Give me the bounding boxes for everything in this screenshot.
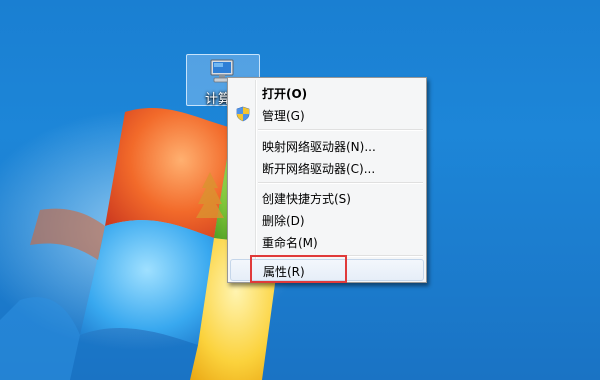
menu-item-open[interactable]: 打开(O) bbox=[230, 81, 424, 103]
menu-item-label: 打开(O) bbox=[262, 87, 308, 101]
annotation-highlight-box bbox=[250, 255, 347, 283]
menu-item-label: 管理(G) bbox=[262, 109, 305, 123]
menu-item-label: 创建快捷方式(S) bbox=[262, 192, 351, 206]
menu-item-rename[interactable]: 重命名(M) bbox=[230, 230, 424, 252]
context-menu: 打开(O) 管理(G) 映射网络驱动器(N)... 断开网络驱动器(C)... … bbox=[227, 77, 427, 283]
menu-item-delete[interactable]: 删除(D) bbox=[230, 208, 424, 230]
menu-item-label: 重命名(M) bbox=[262, 236, 318, 250]
uac-shield-icon bbox=[236, 106, 250, 122]
menu-item-label: 映射网络驱动器(N)... bbox=[262, 140, 376, 154]
menu-item-disconnect-network-drive[interactable]: 断开网络驱动器(C)... bbox=[230, 156, 424, 178]
desktop: 计算机 打开(O) 管理(G) 映射网络驱动器(N)... 断开网络驱动器(C)… bbox=[0, 0, 600, 380]
menu-item-map-network-drive[interactable]: 映射网络驱动器(N)... bbox=[230, 134, 424, 156]
menu-item-label: 删除(D) bbox=[262, 214, 305, 228]
menu-item-create-shortcut[interactable]: 创建快捷方式(S) bbox=[230, 186, 424, 208]
menu-item-manage[interactable]: 管理(G) bbox=[230, 103, 424, 125]
menu-separator bbox=[258, 129, 423, 131]
menu-item-label: 断开网络驱动器(C)... bbox=[262, 162, 376, 176]
menu-separator bbox=[258, 182, 423, 184]
